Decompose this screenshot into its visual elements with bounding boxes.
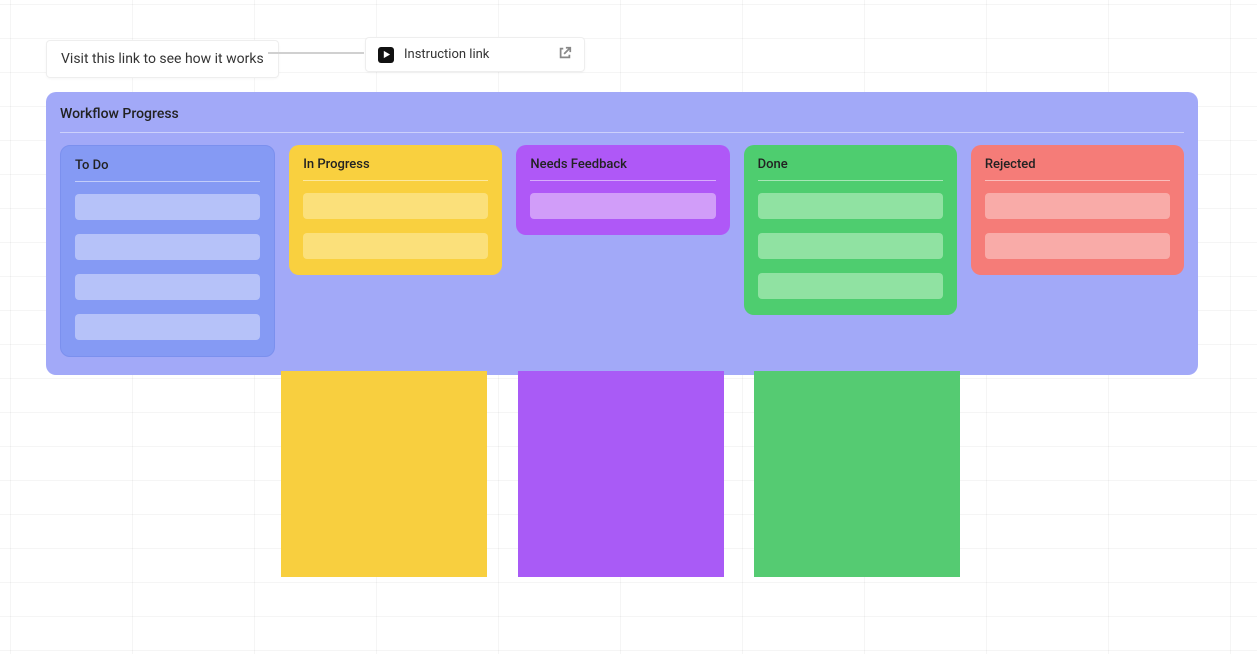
instruction-link-label: Instruction link bbox=[404, 47, 548, 62]
column-title: Needs Feedback bbox=[530, 157, 715, 181]
ticket[interactable] bbox=[985, 193, 1170, 219]
column-todo[interactable]: To Do bbox=[60, 145, 275, 357]
ticket[interactable] bbox=[758, 273, 943, 299]
column-progress[interactable]: In Progress bbox=[289, 145, 502, 275]
board-title: Workflow Progress bbox=[60, 106, 1184, 133]
ticket[interactable] bbox=[75, 314, 260, 340]
column-rejected[interactable]: Rejected bbox=[971, 145, 1184, 275]
connector-line bbox=[268, 52, 364, 54]
swatch-purple[interactable] bbox=[518, 371, 724, 577]
swatch-green[interactable] bbox=[754, 371, 960, 577]
column-title: Rejected bbox=[985, 157, 1170, 181]
column-done[interactable]: Done bbox=[744, 145, 957, 315]
ticket[interactable] bbox=[985, 233, 1170, 259]
text-card-label: Visit this link to see how it works bbox=[61, 51, 264, 67]
external-link-icon[interactable] bbox=[558, 45, 572, 64]
ticket[interactable] bbox=[75, 234, 260, 260]
ticket[interactable] bbox=[75, 194, 260, 220]
board-columns: To Do In Progress Needs Feedback Done Reject… bbox=[60, 145, 1184, 357]
workflow-board[interactable]: Workflow Progress To Do In Progress Needs … bbox=[46, 92, 1198, 375]
swatch-yellow[interactable] bbox=[281, 371, 487, 577]
ticket[interactable] bbox=[303, 193, 488, 219]
column-feedback[interactable]: Needs Feedback bbox=[516, 145, 729, 235]
text-card[interactable]: Visit this link to see how it works bbox=[46, 40, 279, 78]
column-title: To Do bbox=[75, 158, 260, 182]
ticket[interactable] bbox=[303, 233, 488, 259]
play-icon bbox=[378, 47, 394, 63]
instruction-link-card[interactable]: Instruction link bbox=[365, 37, 585, 72]
ticket[interactable] bbox=[530, 193, 715, 219]
ticket[interactable] bbox=[758, 233, 943, 259]
canvas[interactable]: Visit this link to see how it works Inst… bbox=[0, 0, 1257, 654]
column-title: In Progress bbox=[303, 157, 488, 181]
ticket[interactable] bbox=[758, 193, 943, 219]
ticket[interactable] bbox=[75, 274, 260, 300]
column-title: Done bbox=[758, 157, 943, 181]
